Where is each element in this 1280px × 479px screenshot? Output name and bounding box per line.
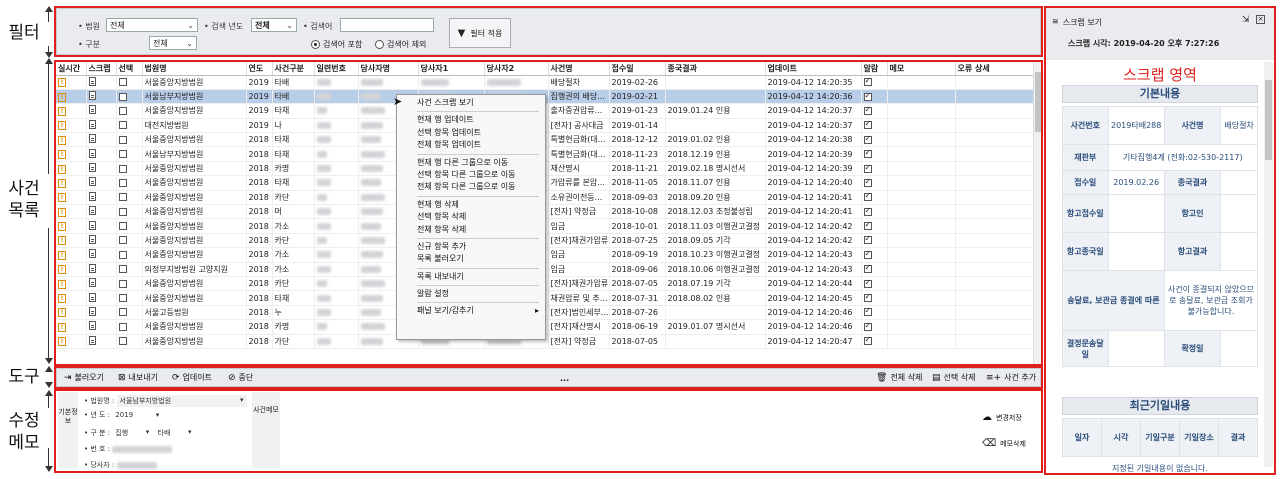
arrow-up-tools <box>45 366 53 372</box>
arrow-down-tools <box>45 382 53 388</box>
annotation-line-list-b <box>48 228 49 362</box>
memo-annotation-box <box>54 389 1043 473</box>
annotation-line-list <box>48 62 49 174</box>
tools-annotation-box <box>54 366 1043 389</box>
label-memo-2: 메모 <box>8 433 40 453</box>
annotation-line-memo-b <box>48 448 49 466</box>
arrow-down-memo <box>45 466 53 472</box>
filter-annotation-box <box>54 6 1043 57</box>
label-tools: 도구 <box>8 367 40 387</box>
label-case-list-1: 사건 <box>8 179 40 199</box>
label-memo-1: 수정 <box>8 411 40 431</box>
arrow-up-list <box>45 58 53 64</box>
case-list-annotation-box <box>54 60 1043 366</box>
label-filter: 필터 <box>8 23 40 43</box>
label-memo: 수정 메모 <box>2 410 46 454</box>
arrow-up-filter <box>45 6 53 12</box>
arrow-up-memo <box>45 390 53 396</box>
annotation-line-filter <box>48 10 49 22</box>
arrow-down-list <box>45 358 53 364</box>
annotation-line-memo <box>48 394 49 408</box>
label-case-list-2: 목록 <box>8 201 40 221</box>
scrap-annotation-box <box>1044 6 1276 475</box>
label-case-list: 사건 목록 <box>2 178 46 222</box>
